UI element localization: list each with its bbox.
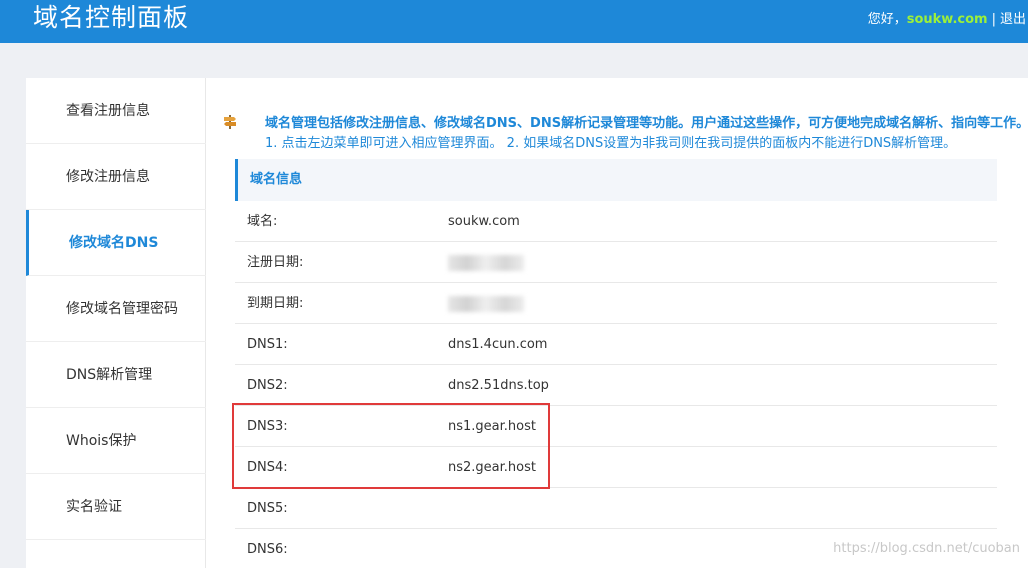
page-title: 域名控制面板 xyxy=(33,3,190,32)
sidebar: 查看注册信息 修改注册信息 修改域名DNS 修改域名管理密码 DNS解析管理 W… xyxy=(26,78,206,568)
row-value: dns1.4cun.com xyxy=(448,337,548,352)
row-label: 域名: xyxy=(247,214,278,229)
table-row: DNS1: dns1.4cun.com xyxy=(235,324,997,365)
table-row: DNS5: xyxy=(235,488,997,529)
row-label: DNS5: xyxy=(247,501,288,516)
domain-info-table: 域名信息 域名: soukw.com 注册日期: 到期日期: DNS1: dns… xyxy=(235,159,997,568)
separator: | xyxy=(991,12,996,27)
sidebar-item-dns-management[interactable]: DNS解析管理 xyxy=(26,342,206,408)
table-row: 域名: soukw.com xyxy=(235,201,997,242)
sidebar-item-view-registration[interactable]: 查看注册信息 xyxy=(26,78,206,144)
sidebar-item-edit-registration[interactable]: 修改注册信息 xyxy=(26,144,206,210)
logout-link[interactable]: 退出 xyxy=(1000,12,1026,27)
row-label: DNS1: xyxy=(247,337,288,352)
main-panel: 查看注册信息 修改注册信息 修改域名DNS 修改域名管理密码 DNS解析管理 W… xyxy=(26,78,1028,568)
sidebar-item-realname-verification[interactable]: 实名验证 xyxy=(26,474,206,540)
table-row: 注册日期: xyxy=(235,242,997,283)
redacted-value xyxy=(448,296,524,312)
notice-line-1: 域名管理包括修改注册信息、修改域名DNS、DNS解析记录管理等功能。用户通过这些… xyxy=(265,116,1028,131)
sidebar-item-edit-password[interactable]: 修改域名管理密码 xyxy=(26,276,206,342)
row-label: DNS6: xyxy=(247,542,288,557)
row-label: 到期日期: xyxy=(247,296,304,311)
table-heading: 域名信息 xyxy=(235,159,997,201)
table-row: DNS2: dns2.51dns.top xyxy=(235,365,997,406)
user-box: 您好，soukw.com | 退出 xyxy=(868,8,1026,27)
username-label: soukw.com xyxy=(906,12,988,27)
row-value: dns2.51dns.top xyxy=(448,378,549,393)
signpost-icon xyxy=(224,115,236,129)
sidebar-item-whois-protection[interactable]: Whois保护 xyxy=(26,408,206,474)
row-value: soukw.com xyxy=(448,214,520,229)
content-area: 域名管理包括修改注册信息、修改域名DNS、DNS解析记录管理等功能。用户通过这些… xyxy=(207,78,1028,568)
dns-highlight-box xyxy=(232,403,550,489)
table-row: 到期日期: xyxy=(235,283,997,324)
greeting-text: 您好， xyxy=(867,12,907,27)
watermark: https://blog.csdn.net/cuoban xyxy=(833,541,1020,556)
redacted-value xyxy=(448,255,524,271)
row-label: 注册日期: xyxy=(247,255,304,270)
notice-line-2: 1. 点击左边菜单即可进入相应管理界面。 2. 如果域名DNS设置为非我司则在我… xyxy=(265,136,957,151)
row-label: DNS2: xyxy=(247,378,288,393)
sidebar-item-edit-dns[interactable]: 修改域名DNS xyxy=(26,210,206,276)
top-bar: 域名控制面板 您好，soukw.com | 退出 xyxy=(0,0,1028,43)
